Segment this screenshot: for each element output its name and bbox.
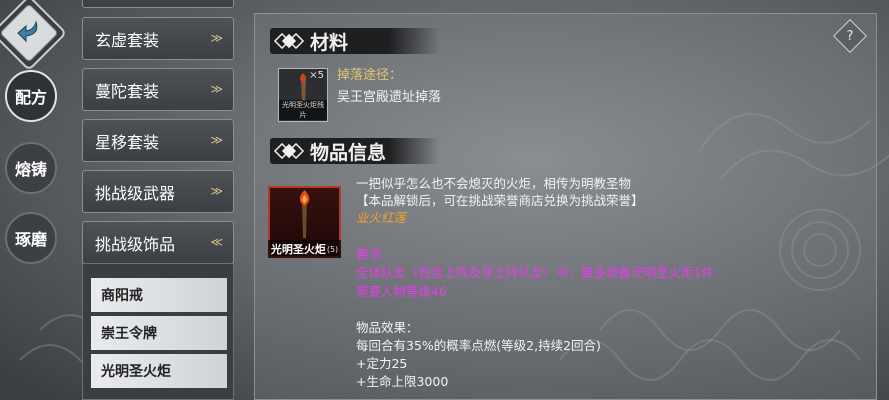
chevron-up-icon: ≪ [210, 235, 223, 249]
sub-item-label: 崇王令牌 [101, 326, 157, 342]
set-item-partial-top[interactable] [82, 0, 234, 8]
chevron-down-icon: ≫ [210, 133, 223, 147]
item-info-title: 物品信息 [310, 141, 387, 164]
item-info-heading: 物品信息 [270, 136, 440, 166]
sub-item-holy-torch[interactable]: 光明圣火炬 [91, 354, 227, 388]
tab-polish[interactable]: 琢磨 [5, 212, 57, 264]
diamond-ornament-icon [274, 32, 304, 50]
drop-source-label: 掉落途径： [337, 68, 403, 83]
item-name-label: 光明圣火炬 (5) [268, 240, 341, 258]
torch-icon [299, 190, 310, 238]
set-item-mantuo[interactable]: 蔓陀套装 ≫ [82, 68, 234, 111]
requirement-1: 全体队友（包含上阵及非上阵队友）中，最多装备光明圣火炬1件 [356, 265, 714, 280]
set-item-xuanxu[interactable]: 玄虚套装 ≫ [82, 17, 234, 60]
set-item-label: 挑战级武器 [95, 183, 176, 203]
item-quality: (5) [326, 244, 339, 254]
set-item-xingyi[interactable]: 星移套装 ≫ [82, 119, 234, 162]
chevron-down-icon: ≫ [210, 184, 223, 198]
back-arrow-icon [12, 14, 46, 48]
requirements-label: 要求： [356, 247, 394, 262]
effect-3: +生命上限3000 [356, 374, 449, 389]
set-item-label: 玄虚套装 [95, 30, 160, 50]
material-name: 光明圣火炬残片 [279, 100, 327, 120]
diamond-ornament-icon [274, 142, 304, 160]
sub-item-chongwang-token[interactable]: 崇王令牌 [91, 316, 227, 350]
material-slot[interactable]: ×5 光明圣火炬残片 [278, 68, 328, 122]
effect-2: +定力25 [356, 356, 408, 371]
materials-heading: 材料 [270, 26, 440, 56]
accessory-sublist: 商阳戒 崇王令牌 光明圣火炬 [82, 263, 234, 400]
item-description: 一把似乎怎么也不会熄灭的火炬，相传为明教圣物 [356, 176, 632, 191]
drop-source-value: 吴王宫殿遗址掉落 [337, 90, 442, 105]
unlock-note: 【本品解锁后，可在挑战荣誉商店兑换为挑战荣誉】 [356, 193, 644, 208]
tab-recipe[interactable]: 配方 [5, 70, 57, 122]
tab-polish-label: 琢磨 [14, 230, 47, 249]
materials-title: 材料 [310, 31, 349, 54]
set-name: 业火红莲 [356, 210, 407, 225]
tab-smelting[interactable]: 熔铸 [5, 142, 57, 194]
sub-item-shangyang-ring[interactable]: 商阳戒 [91, 278, 227, 312]
help-icon: ? [846, 28, 854, 44]
tab-smelting-label: 熔铸 [14, 160, 47, 179]
set-item-label: 蔓陀套装 [95, 81, 160, 101]
effect-1: 每回合有35%的概率点燃(等级2,持续2回合) [356, 338, 601, 353]
requirement-2: 需要人物等级46 [356, 284, 447, 299]
sub-item-label: 光明圣火炬 [101, 364, 171, 380]
sub-item-label: 商阳戒 [101, 288, 143, 304]
set-item-label: 挑战级饰品 [95, 234, 176, 254]
set-item-label: 星移套装 [95, 132, 160, 152]
set-item-challenge-accessory[interactable]: 挑战级饰品 ≪ [82, 221, 234, 264]
effects-label: 物品效果： [356, 320, 419, 335]
chevron-down-icon: ≫ [210, 31, 223, 45]
item-name: 光明圣火炬 [270, 243, 326, 256]
set-item-challenge-weapon[interactable]: 挑战级武器 ≫ [82, 170, 234, 213]
tab-recipe-label: 配方 [14, 88, 47, 107]
chevron-down-icon: ≫ [210, 82, 223, 96]
material-count: ×5 [309, 70, 324, 81]
